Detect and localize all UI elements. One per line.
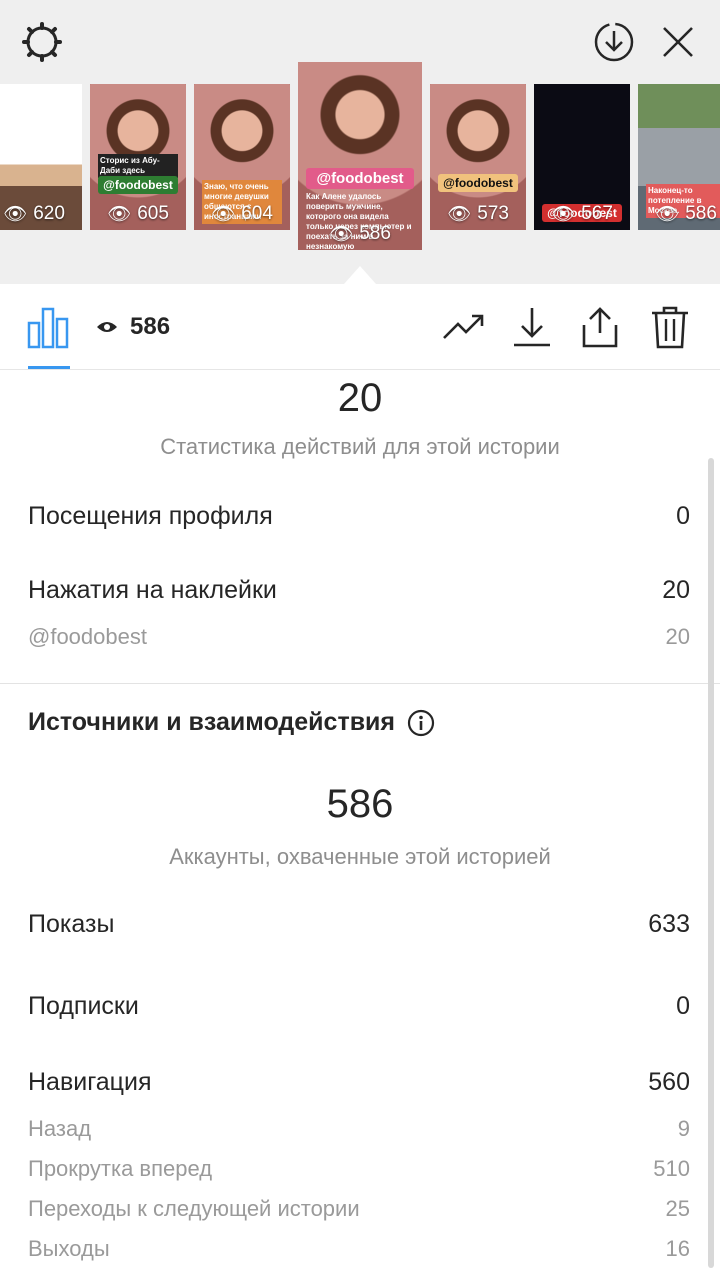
download-icon <box>514 308 550 347</box>
story-thumbnail-selected[interactable]: @foodobest Как Алене удалось поверить му… <box>298 62 422 250</box>
view-count: 586 <box>130 313 171 340</box>
stat-subrow: Выходы 16 <box>28 1236 690 1261</box>
stat-subrow: Прокрутка вперед 510 <box>28 1156 690 1181</box>
reach-total: 586 <box>326 782 394 826</box>
eye-icon: 👁 <box>447 204 472 225</box>
eye-icon: 👁 <box>211 204 236 225</box>
interactions-caption: Статистика действий для этой истории <box>160 434 560 459</box>
section-divider <box>0 683 720 684</box>
eye-icon: 👁 <box>329 224 354 245</box>
view-count: 👁 567 <box>551 203 613 225</box>
stat-subrow: @foodobest 20 <box>28 624 690 649</box>
info-icon[interactable] <box>407 709 435 737</box>
close-button[interactable] <box>652 16 704 68</box>
stat-row: Показы 633 <box>28 910 690 938</box>
settings-button[interactable] <box>16 16 68 68</box>
stat-subrow: Переходы к следующей истории 25 <box>28 1196 690 1221</box>
eye-icon: 👁 <box>655 204 680 225</box>
story-thumbnail[interactable]: @foodobest 👁 573 <box>430 84 526 230</box>
story-thumbnail[interactable]: @foodobest 👁 567 <box>534 84 630 230</box>
eye-icon: 👁 <box>551 204 576 225</box>
close-icon <box>663 27 693 57</box>
bar-chart-icon <box>27 307 69 349</box>
viewers-button[interactable]: 586 <box>96 302 216 352</box>
view-count: 👁 620 <box>3 203 65 225</box>
delete-button[interactable] <box>642 302 698 352</box>
share-button[interactable] <box>574 302 626 352</box>
save-button[interactable] <box>506 302 558 352</box>
reach-caption: Аккаунты, охваченные этой историей <box>169 844 551 869</box>
share-icon <box>582 307 618 348</box>
active-tab-indicator <box>28 366 70 369</box>
story-thumbnail[interactable]: Наконец-то потепление в Москве. 👁 586 <box>638 84 720 230</box>
story-thumbnail[interactable]: Сторис из Абу-Даби здесь @foodobest 👁 60… <box>90 84 186 230</box>
download-circle-icon <box>594 22 634 62</box>
insights-toolbar: 586 <box>0 284 720 370</box>
trash-icon <box>652 306 688 349</box>
stat-row: Нажатия на наклейки 20 <box>28 576 690 604</box>
eye-icon: 👁 <box>3 204 28 225</box>
scrollbar[interactable] <box>708 458 714 1268</box>
download-story-button[interactable] <box>588 16 640 68</box>
promote-button[interactable] <box>438 302 490 352</box>
view-count: 👁 604 <box>211 203 273 225</box>
stat-subrow: Назад 9 <box>28 1116 690 1141</box>
interactions-total: 20 <box>337 376 383 420</box>
view-count: 👁 573 <box>447 203 509 225</box>
selected-pointer <box>344 266 376 284</box>
view-count: 👁 586 <box>329 223 391 245</box>
view-count: 👁 586 <box>655 203 717 225</box>
trend-icon <box>443 314 484 339</box>
stat-row: Навигация 560 <box>28 1068 690 1096</box>
story-thumbnail[interactable]: Знаю, что очень многие девушки общаются … <box>194 84 290 230</box>
insights-tab[interactable] <box>24 302 72 352</box>
gear-icon <box>22 22 62 62</box>
eye-icon <box>97 322 117 332</box>
insights-content: 20 Статистика действий для этой истории … <box>0 370 720 1280</box>
story-thumbnail[interactable]: 👁 620 <box>0 84 82 230</box>
eye-icon: 👁 <box>107 204 132 225</box>
section-title: Источники и взаимодействия <box>28 708 435 737</box>
stat-row: Подписки 0 <box>28 992 690 1020</box>
story-strip: 👁 620 Сторис из Абу-Даби здесь @foodobes… <box>0 0 720 284</box>
stat-row: Посещения профиля 0 <box>28 502 690 530</box>
view-count: 👁 605 <box>107 203 169 225</box>
